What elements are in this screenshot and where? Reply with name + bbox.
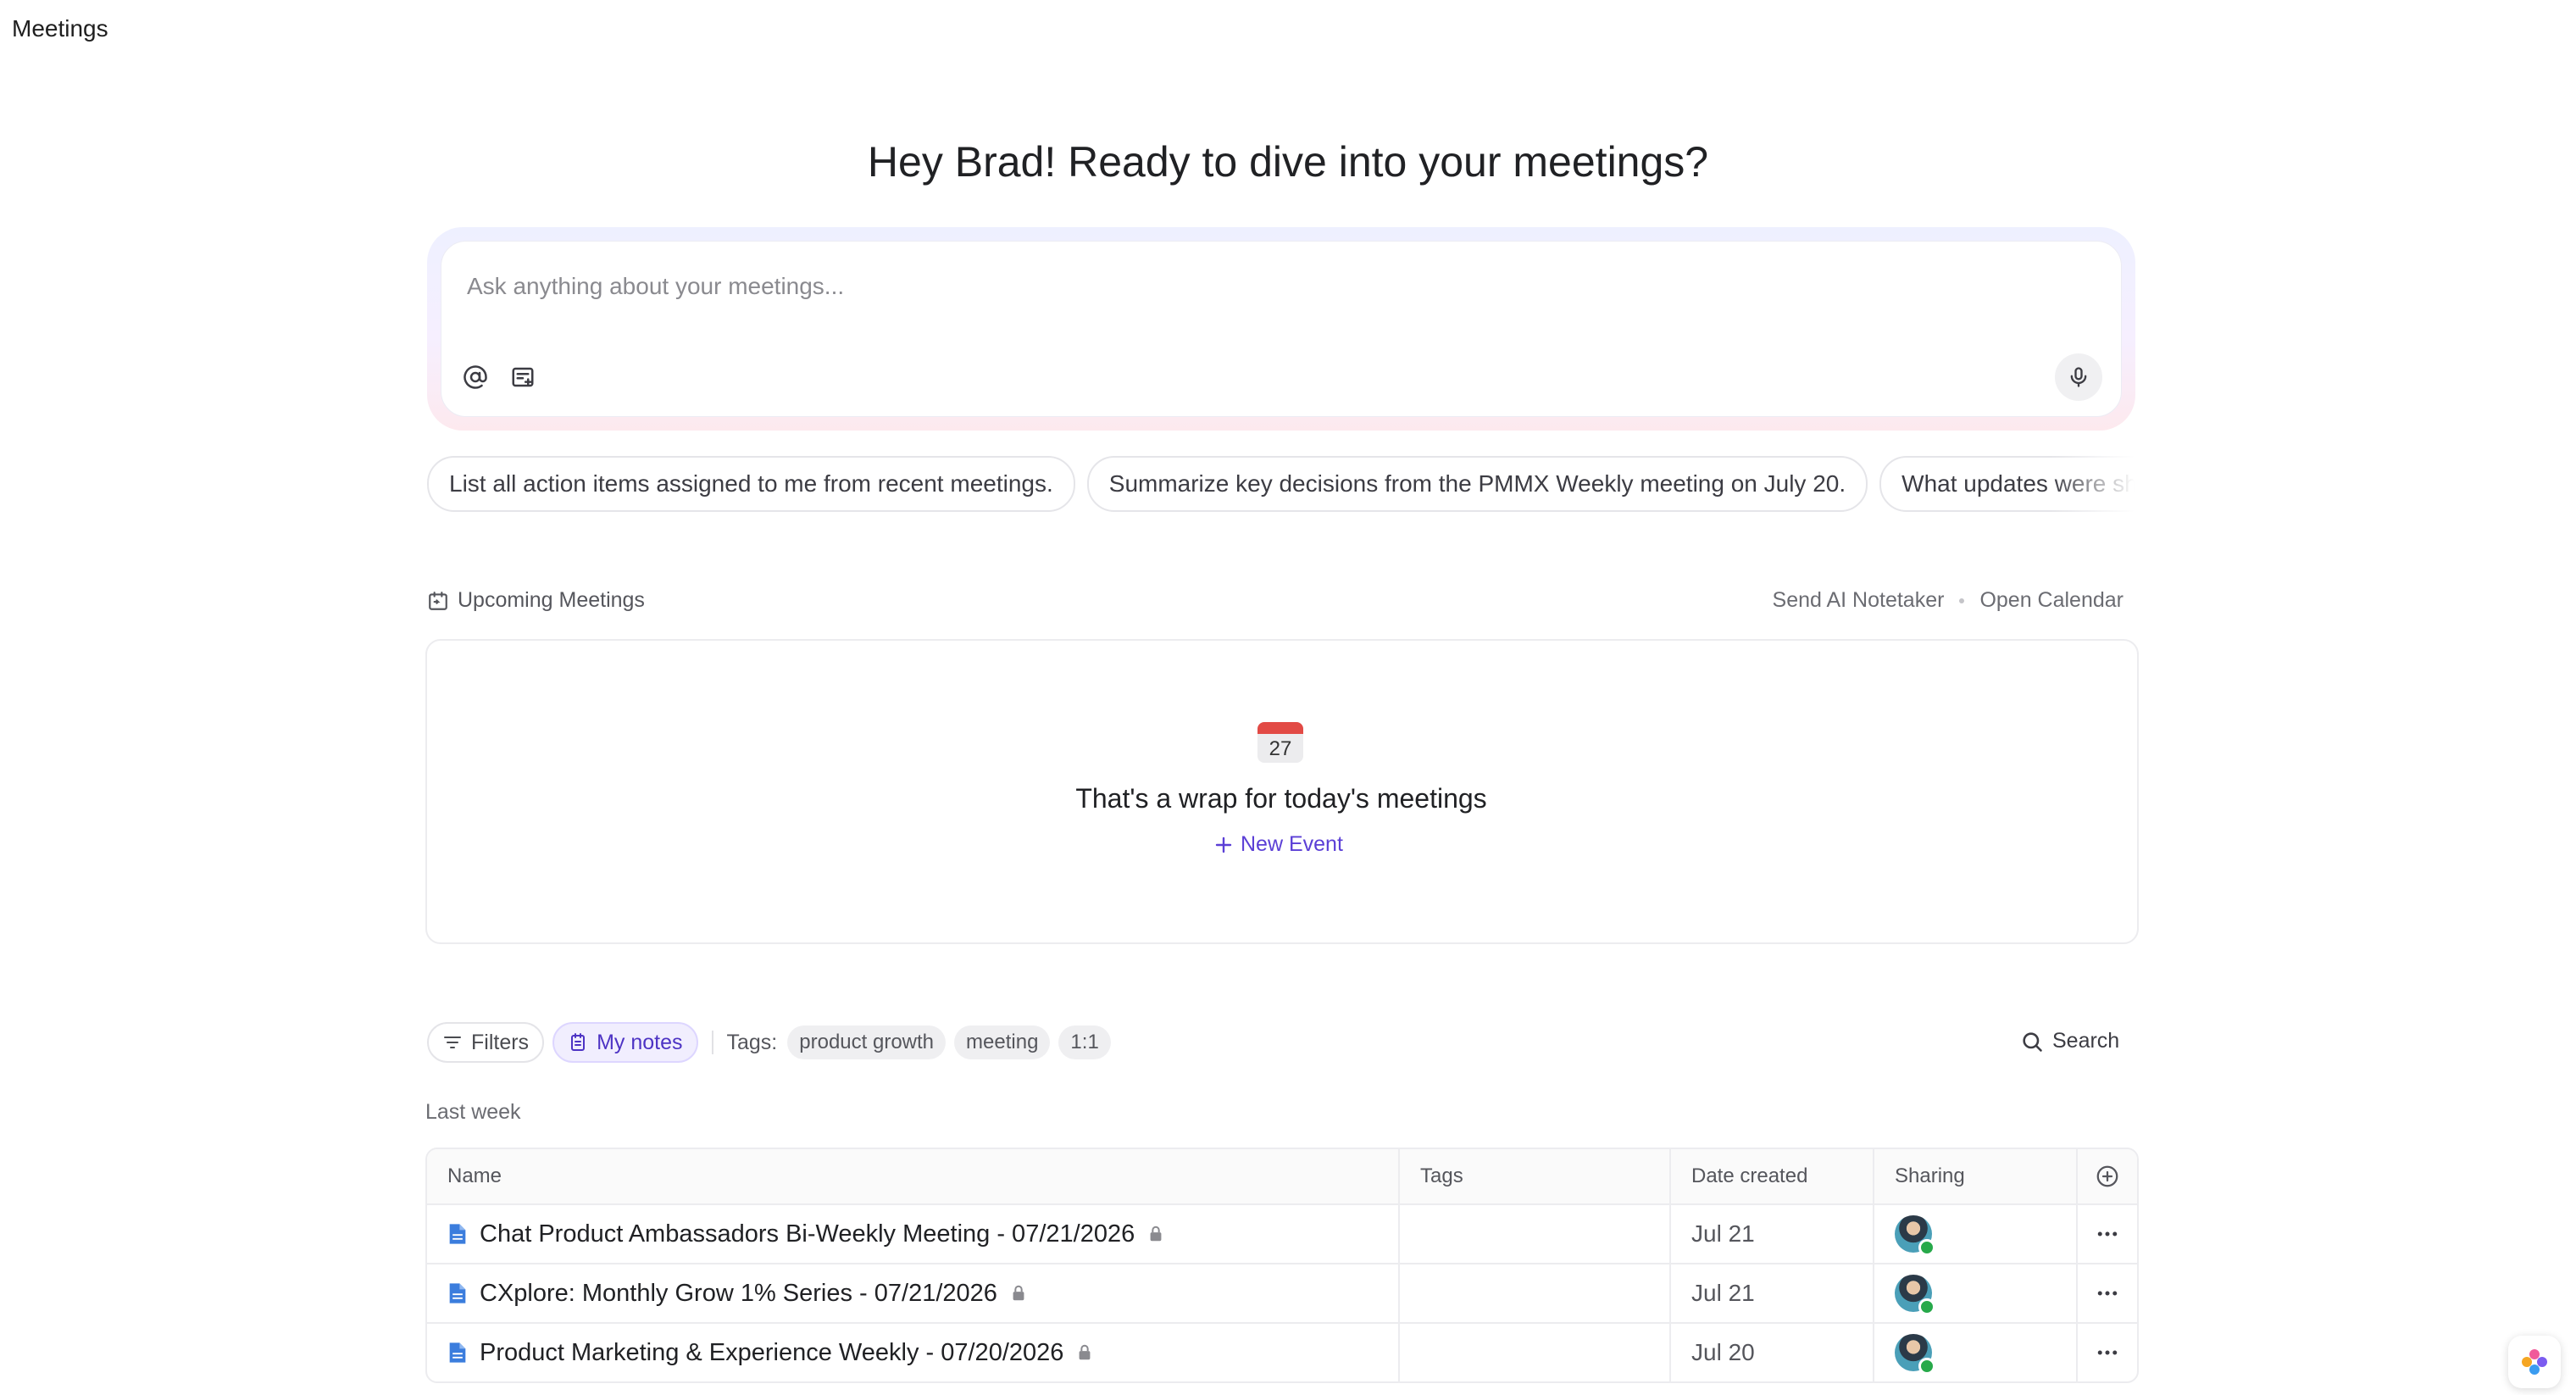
page-title: Meetings	[12, 15, 108, 42]
date-created: Jul 21	[1691, 1220, 1755, 1247]
open-calendar-link[interactable]: Open Calendar	[1979, 588, 2124, 613]
filter-bar: Filters My notes Tags: product growth me…	[427, 1022, 1111, 1063]
ask-box-container	[427, 227, 2135, 431]
tag-product-growth[interactable]: product growth	[787, 1025, 947, 1059]
tags-label: Tags:	[726, 1030, 778, 1054]
upcoming-actions: Send AI Notetaker Open Calendar	[1773, 588, 2124, 613]
upcoming-meetings-title: Upcoming Meetings	[458, 588, 645, 612]
name-cell: Product Marketing & Experience Weekly - …	[427, 1324, 1398, 1381]
online-status-dot	[1918, 1358, 1935, 1375]
date-cell: Jul 20	[1669, 1324, 1873, 1381]
greeting-heading: Hey Brad! Ready to dive into your meetin…	[867, 138, 1709, 186]
tag-one-on-one[interactable]: 1:1	[1058, 1025, 1111, 1059]
meetings-table: Name Tags Date created Sharing Chat Prod…	[425, 1148, 2139, 1383]
sharing-cell[interactable]	[1873, 1264, 2076, 1322]
column-header-name[interactable]: Name	[427, 1149, 1398, 1203]
column-header-date[interactable]: Date created	[1669, 1149, 1873, 1203]
row-actions	[2076, 1324, 2137, 1381]
notes-icon	[571, 1033, 586, 1051]
tags-cell[interactable]	[1398, 1324, 1669, 1381]
dot-separator	[1959, 597, 1965, 603]
lock-icon	[1013, 1285, 1024, 1301]
tag-meeting[interactable]: meeting	[954, 1025, 1051, 1059]
calendar-icon	[429, 591, 447, 610]
ai-assistant-button[interactable]	[2508, 1336, 2561, 1388]
divider	[711, 1031, 713, 1054]
sharing-cell[interactable]	[1873, 1205, 2076, 1263]
avatar	[1895, 1215, 1935, 1256]
table-header-row: Name Tags Date created Sharing	[427, 1149, 2137, 1203]
meeting-name[interactable]: Chat Product Ambassadors Bi-Weekly Meeti…	[480, 1220, 1135, 1248]
avatar	[1895, 1334, 1935, 1375]
meeting-name[interactable]: Product Marketing & Experience Weekly - …	[480, 1339, 1063, 1367]
microphone-icon	[2070, 367, 2087, 387]
more-options-icon[interactable]	[2095, 1340, 2120, 1365]
calendar-day-number: 27	[1269, 737, 1292, 760]
send-ai-notetaker-link[interactable]: Send AI Notetaker	[1773, 588, 1945, 613]
row-actions	[2076, 1205, 2137, 1263]
tags-cell[interactable]	[1398, 1205, 1669, 1263]
my-notes-label: My notes	[597, 1030, 683, 1054]
name-cell: Chat Product Ambassadors Bi-Weekly Meeti…	[427, 1205, 1398, 1263]
date-cell: Jul 21	[1669, 1264, 1873, 1322]
calendar-day-icon: 27	[1257, 722, 1303, 763]
more-options-icon[interactable]	[2095, 1281, 2120, 1306]
search-label: Search	[2052, 1029, 2120, 1053]
add-note-icon[interactable]	[506, 360, 540, 394]
document-icon	[449, 1342, 466, 1363]
new-event-button[interactable]: New Event	[1213, 832, 1343, 857]
upcoming-meetings-header: Upcoming Meetings	[427, 588, 645, 613]
suggestion-chip[interactable]: List all action items assigned to me fro…	[427, 456, 1075, 512]
add-column-button[interactable]	[2076, 1149, 2137, 1203]
tags-cell[interactable]	[1398, 1264, 1669, 1322]
ask-box	[441, 241, 2122, 417]
microphone-button[interactable]	[2055, 353, 2102, 401]
new-event-label: New Event	[1241, 832, 1343, 856]
table-row[interactable]: Chat Product Ambassadors Bi-Weekly Meeti…	[427, 1203, 2137, 1263]
plus-icon	[1215, 836, 1232, 853]
empty-state-text: That's a wrap for today's meetings	[1075, 783, 1487, 814]
filters-label: Filters	[471, 1030, 530, 1054]
chips-fade-overlay	[2051, 456, 2144, 512]
lock-icon	[1079, 1344, 1091, 1360]
lock-icon	[1150, 1225, 1162, 1242]
suggestion-chip[interactable]: Summarize key decisions from the PMMX We…	[1086, 456, 1868, 512]
search-icon	[2023, 1031, 2042, 1052]
online-status-dot	[1918, 1239, 1935, 1256]
date-created: Jul 21	[1691, 1280, 1755, 1306]
name-cell: CXplore: Monthly Grow 1% Series - 07/21/…	[427, 1264, 1398, 1322]
table-row[interactable]: CXplore: Monthly Grow 1% Series - 07/21/…	[427, 1263, 2137, 1322]
table-row[interactable]: Product Marketing & Experience Weekly - …	[427, 1322, 2137, 1381]
my-notes-button[interactable]: My notes	[552, 1022, 698, 1063]
document-icon	[449, 1283, 466, 1303]
row-actions	[2076, 1264, 2137, 1322]
filter-icon	[444, 1037, 461, 1048]
sharing-cell[interactable]	[1873, 1324, 2076, 1381]
group-label: Last week	[425, 1100, 521, 1124]
meeting-name[interactable]: CXplore: Monthly Grow 1% Series - 07/21/…	[480, 1280, 997, 1308]
online-status-dot	[1918, 1298, 1935, 1315]
date-created: Jul 20	[1691, 1339, 1755, 1365]
avatar	[1895, 1275, 1935, 1315]
filters-button[interactable]: Filters	[427, 1022, 545, 1063]
more-options-icon[interactable]	[2095, 1221, 2120, 1247]
search-button[interactable]: Search	[2020, 1029, 2119, 1053]
suggestion-chips: List all action items assigned to me fro…	[427, 456, 2142, 512]
column-header-sharing[interactable]: Sharing	[1873, 1149, 2076, 1203]
column-header-tags[interactable]: Tags	[1398, 1149, 1669, 1203]
ai-sparkle-icon	[2522, 1349, 2547, 1375]
ask-input[interactable]	[465, 267, 1909, 306]
plus-circle-icon	[2096, 1165, 2118, 1187]
date-cell: Jul 21	[1669, 1205, 1873, 1263]
mention-icon[interactable]	[458, 360, 492, 394]
document-icon	[449, 1224, 466, 1244]
